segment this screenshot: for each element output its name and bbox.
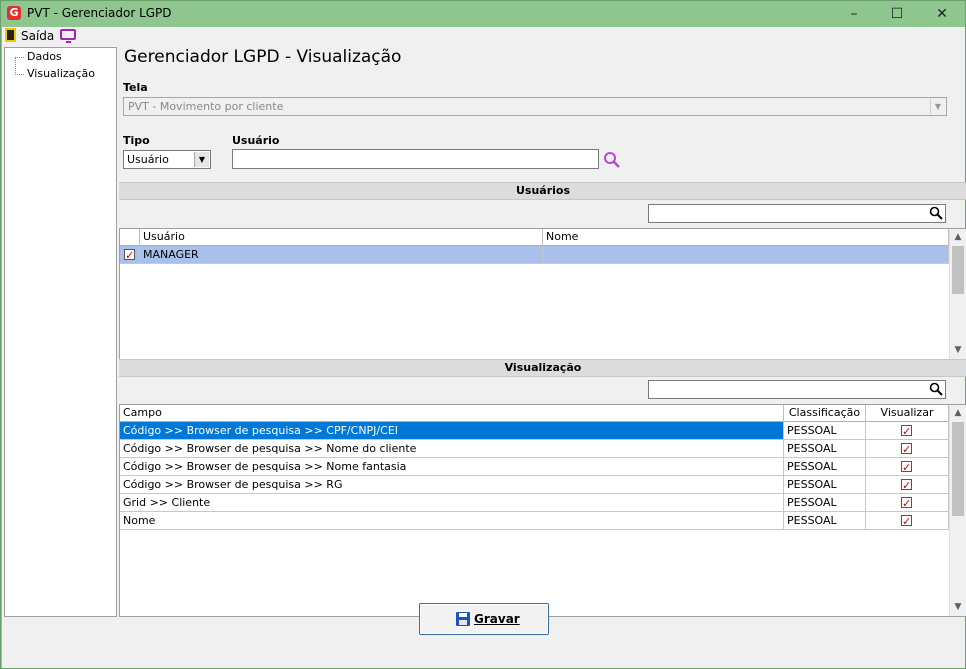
cell-campo: Código >> Browser de pesquisa >> Nome fa… — [120, 458, 784, 475]
table-row[interactable]: Código >> Browser de pesquisa >> Nome do… — [120, 440, 949, 458]
table-row[interactable]: Código >> Browser de pesquisa >> RG PESS… — [120, 476, 949, 494]
tela-select: PVT - Movimento por cliente ▼ — [123, 97, 947, 116]
usuarios-grid: Usuário Nome MANAGER ▲ ▼ — [119, 228, 966, 360]
visualizar-checkbox[interactable] — [901, 513, 912, 529]
usuarios-scrollbar[interactable]: ▲ ▼ — [949, 229, 966, 359]
close-button[interactable]: ✕ — [919, 1, 965, 27]
navigation-tree: Dados Visualização — [4, 47, 117, 617]
search-icon[interactable] — [929, 382, 943, 396]
column-visualizar[interactable]: Visualizar — [866, 405, 949, 422]
tipo-select-value: Usuário — [127, 153, 169, 166]
tela-select-value: PVT - Movimento por cliente — [128, 100, 284, 113]
usuarios-search-input[interactable] — [648, 204, 946, 223]
monitor-icon[interactable] — [60, 29, 76, 43]
cell-visualizar — [866, 440, 949, 457]
scroll-thumb[interactable] — [952, 246, 964, 294]
minimize-button[interactable]: – — [831, 1, 877, 27]
table-row[interactable]: Código >> Browser de pesquisa >> CPF/CNP… — [120, 422, 949, 440]
usuarios-section-header: Usuários — [119, 182, 966, 200]
column-classificacao[interactable]: Classificação — [784, 405, 866, 422]
table-row[interactable]: Código >> Browser de pesquisa >> Nome fa… — [120, 458, 949, 476]
app-logo-icon: G — [7, 6, 21, 20]
chevron-down-icon[interactable]: ▼ — [194, 152, 209, 167]
scroll-down-icon[interactable]: ▼ — [950, 342, 966, 359]
cell-classificacao: PESSOAL — [784, 494, 866, 511]
cell-classificacao: PESSOAL — [784, 512, 866, 529]
exit-door-icon[interactable] — [5, 28, 16, 42]
visualizar-checkbox[interactable] — [901, 495, 912, 511]
cell-usuario: MANAGER — [140, 246, 543, 263]
usuario-label: Usuário — [232, 134, 280, 147]
cell-campo: Código >> Browser de pesquisa >> Nome do… — [120, 440, 784, 457]
tipo-label: Tipo — [123, 134, 150, 147]
scroll-up-icon[interactable]: ▲ — [950, 229, 966, 246]
cell-visualizar — [866, 476, 949, 493]
row-checkbox-cell — [120, 246, 140, 263]
cell-classificacao: PESSOAL — [784, 422, 866, 439]
table-row[interactable]: MANAGER — [120, 246, 949, 264]
column-campo[interactable]: Campo — [120, 405, 784, 422]
row-checkbox[interactable] — [124, 247, 135, 263]
search-icon[interactable] — [603, 151, 621, 169]
visualizar-checkbox[interactable] — [901, 423, 912, 439]
tree-connector — [15, 74, 24, 75]
visualizar-checkbox[interactable] — [901, 441, 912, 457]
cell-campo: Código >> Browser de pesquisa >> RG — [120, 476, 784, 493]
cell-visualizar — [866, 494, 949, 511]
scroll-up-icon[interactable]: ▲ — [950, 405, 966, 422]
visualizacao-search-input[interactable] — [648, 380, 946, 399]
cell-visualizar — [866, 422, 949, 439]
cell-classificacao: PESSOAL — [784, 440, 866, 457]
visualizacao-grid: Campo Classificação Visualizar Código >>… — [119, 404, 966, 617]
table-row[interactable]: Grid >> Cliente PESSOAL — [120, 494, 949, 512]
tree-connector — [15, 57, 16, 75]
cell-campo: Código >> Browser de pesquisa >> CPF/CNP… — [120, 422, 784, 439]
visualizar-checkbox[interactable] — [901, 477, 912, 493]
usuarios-grid-header: Usuário Nome — [120, 229, 949, 246]
save-button[interactable]: Gravar — [419, 603, 549, 635]
visualizar-checkbox[interactable] — [901, 459, 912, 475]
tipo-select[interactable]: Usuário ▼ — [123, 150, 211, 169]
visualizacao-scrollbar[interactable]: ▲ ▼ — [949, 405, 966, 616]
visualizacao-grid-header: Campo Classificação Visualizar — [120, 405, 949, 422]
save-button-label: Gravar — [474, 612, 520, 626]
column-checkbox — [120, 229, 140, 246]
menu-bar: Saída — [2, 27, 965, 45]
client-area: Saída Dados Visualização Gerenciador LGP… — [2, 27, 966, 668]
menu-exit[interactable]: Saída — [21, 29, 54, 43]
tree-connector — [15, 57, 24, 58]
table-row[interactable]: Nome PESSOAL — [120, 512, 949, 530]
column-usuario[interactable]: Usuário — [140, 229, 543, 246]
chevron-down-icon: ▼ — [930, 99, 945, 114]
scroll-thumb[interactable] — [952, 422, 964, 516]
visualizacao-section-header: Visualização — [119, 359, 966, 377]
cell-classificacao: PESSOAL — [784, 458, 866, 475]
usuario-input[interactable] — [232, 149, 599, 169]
app-window: G PVT - Gerenciador LGPD – ☐ ✕ Saída Dad… — [0, 0, 966, 669]
cell-visualizar — [866, 512, 949, 529]
cell-campo: Nome — [120, 512, 784, 529]
page-title: Gerenciador LGPD - Visualização — [124, 47, 402, 67]
cell-visualizar — [866, 458, 949, 475]
cell-nome — [543, 246, 949, 263]
search-icon[interactable] — [929, 206, 943, 220]
scroll-down-icon[interactable]: ▼ — [950, 599, 966, 616]
title-bar[interactable]: G PVT - Gerenciador LGPD – ☐ ✕ — [1, 1, 965, 27]
cell-campo: Grid >> Cliente — [120, 494, 784, 511]
maximize-button[interactable]: ☐ — [874, 1, 920, 27]
tela-label: Tela — [123, 81, 148, 94]
save-disk-icon — [456, 612, 470, 626]
column-nome[interactable]: Nome — [543, 229, 949, 246]
tree-item-visualizacao[interactable]: Visualização — [27, 67, 95, 80]
tree-item-dados[interactable]: Dados — [27, 50, 62, 63]
window-title: PVT - Gerenciador LGPD — [27, 6, 172, 20]
cell-classificacao: PESSOAL — [784, 476, 866, 493]
